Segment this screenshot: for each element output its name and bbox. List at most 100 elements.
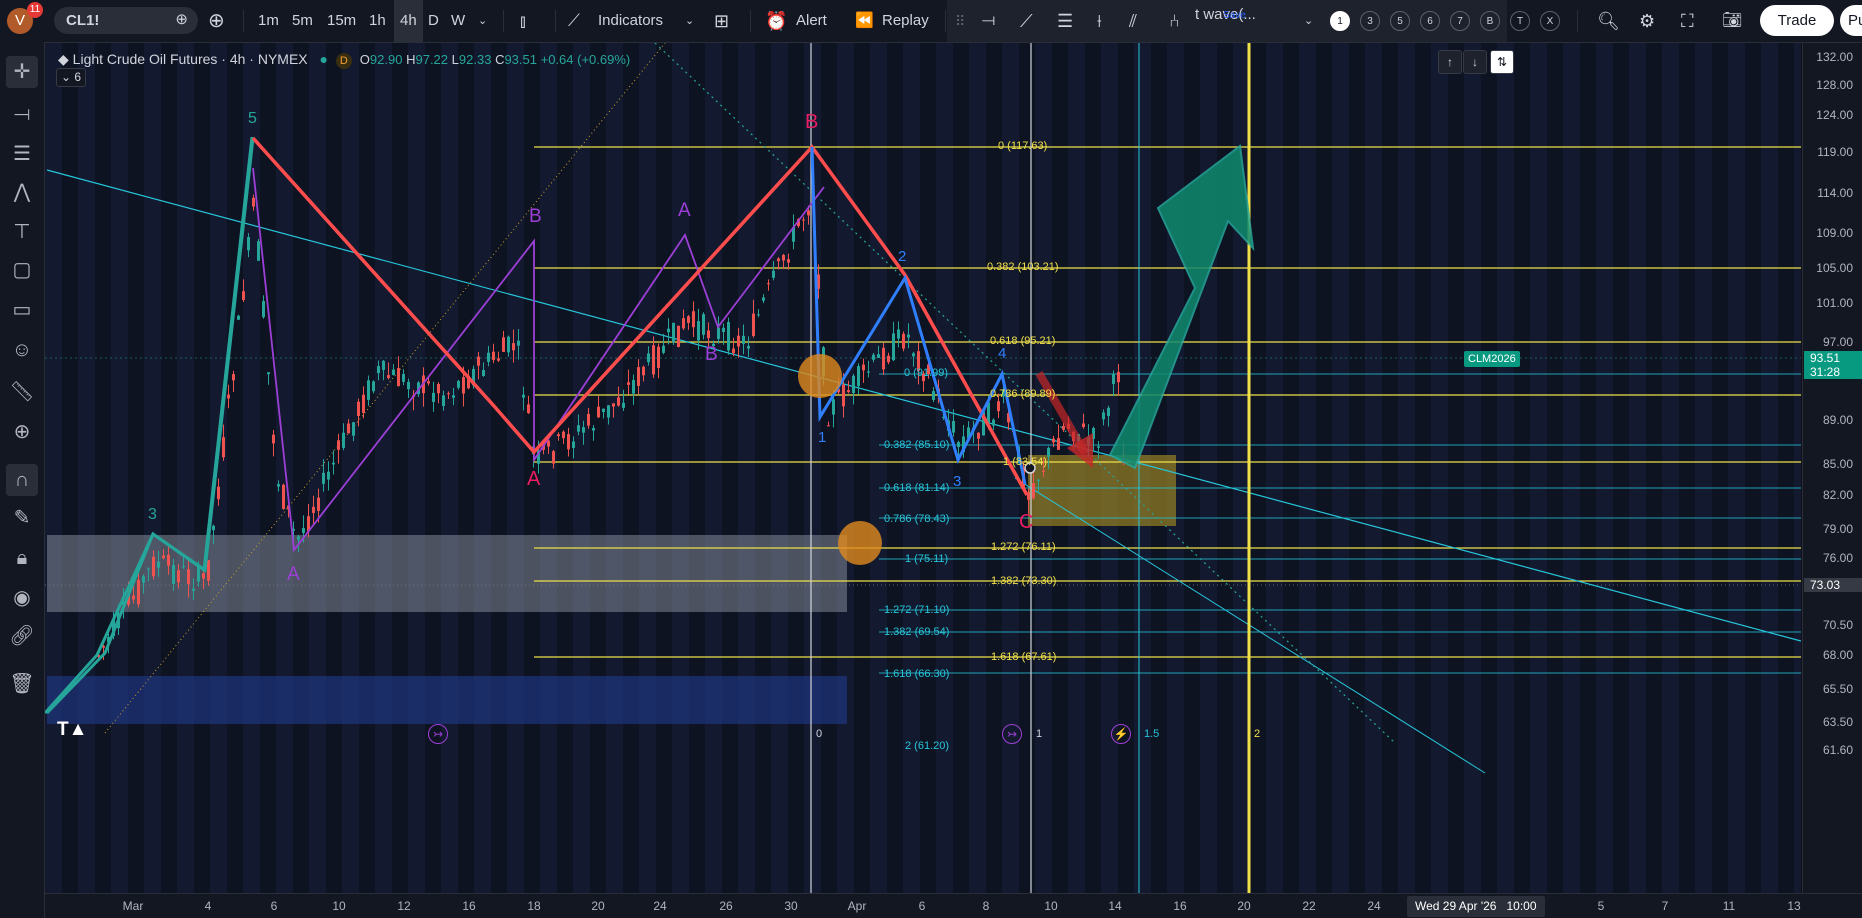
replay-icon[interactable]: ⏪	[855, 0, 874, 42]
left-drawing-toolbar: ✛ ⟞ ☰ ⋀ ⊤ ▢ ▭ ☺ 📏︎ ⊕ ∩ ✎ 🔒︎ ◉ 🔗︎ 🗑︎	[0, 42, 45, 918]
wave-degree-3[interactable]: 3	[1360, 11, 1380, 31]
time-axis[interactable]: Mar 4 6 10 12 16 18 20 24 26 30 Apr 6 8 …	[45, 893, 1862, 918]
interval-4h[interactable]: 4h	[394, 0, 423, 42]
interval-w[interactable]: W	[451, 0, 465, 42]
candle-body	[667, 328, 670, 333]
chevron-down-icon[interactable]: ⌄	[478, 0, 487, 42]
trend-line-icon[interactable]: ⟋	[1020, 0, 1033, 42]
wave-degree-7[interactable]: 7	[1450, 11, 1470, 31]
fullscreen-icon[interactable]: ⛶	[1681, 0, 1694, 42]
wave-degree-t[interactable]: T	[1510, 11, 1530, 31]
candles-icon[interactable]: ⫾	[520, 0, 526, 42]
session-stripe	[936, 43, 953, 893]
candle-body	[802, 219, 805, 221]
templates-icon[interactable]: ⊞	[714, 0, 729, 42]
candle-body	[332, 462, 335, 465]
event-icon[interactable]: ↣	[428, 724, 448, 744]
pitchfork-icon[interactable]: ⑃	[1169, 0, 1180, 42]
compare-icon[interactable]: ⊕	[175, 10, 188, 28]
wave-degree-1[interactable]: 1	[1330, 11, 1350, 31]
emoji-icon[interactable]: ☺	[6, 334, 38, 366]
candle-body	[892, 333, 895, 361]
candle-body	[477, 356, 480, 366]
symbol-search[interactable]: CL1! ⊕	[54, 7, 198, 34]
chevron-down-icon[interactable]: ⌄	[1304, 0, 1313, 42]
save-status[interactable]: Save	[1223, 10, 1246, 22]
candle-body	[442, 395, 445, 406]
chevron-down-icon[interactable]: ⌄	[685, 0, 694, 42]
scroll-down-icon[interactable]: ↓	[1463, 50, 1487, 74]
orange-marker-1	[798, 354, 842, 398]
publish-button[interactable]: Pu	[1840, 5, 1862, 36]
fib-label-cyan-0: 0 (91.99)	[904, 367, 949, 379]
session-stripe	[540, 43, 557, 893]
candle-body	[1042, 470, 1045, 473]
candle-body	[1052, 438, 1055, 443]
replay-button[interactable]: Replay	[882, 0, 929, 42]
candle-body	[297, 536, 300, 540]
wave-label-pink-a: A	[527, 468, 541, 490]
dividend-icon[interactable]: ⚡	[1111, 724, 1131, 744]
interval-5m[interactable]: 5m	[292, 0, 313, 42]
magnet-icon[interactable]: ∩	[6, 464, 38, 496]
trade-button[interactable]: Trade	[1760, 5, 1834, 36]
trash-icon[interactable]: 🗑︎	[6, 668, 38, 700]
candle-body	[772, 270, 775, 278]
wave-degree-b[interactable]: B	[1480, 11, 1500, 31]
candle-body	[172, 565, 175, 584]
target-zone-gold	[1028, 455, 1176, 526]
alert-icon[interactable]: ⏰	[765, 0, 787, 42]
add-symbol-icon[interactable]: ⊕	[208, 0, 225, 42]
stay-drawing-icon[interactable]: ✎	[6, 502, 38, 534]
ruler-icon[interactable]: 📏︎	[6, 376, 38, 408]
candle-body	[452, 395, 455, 398]
candle-body	[1107, 407, 1110, 417]
event-icon[interactable]: ↣	[1002, 724, 1022, 744]
indicators-icon[interactable]: ⟋	[568, 0, 580, 42]
candle-body	[577, 425, 580, 432]
eye-icon[interactable]: ◉	[6, 582, 38, 614]
wave-degree-5[interactable]: 5	[1390, 11, 1410, 31]
session-stripe	[837, 43, 854, 893]
interval-d[interactable]: D	[428, 0, 439, 42]
settings-icon[interactable]: ⚙︎	[1639, 0, 1655, 42]
wave-degree-6[interactable]: 6	[1420, 11, 1440, 31]
candle-body	[662, 345, 665, 353]
scroll-up-icon[interactable]: ↑	[1438, 50, 1462, 74]
horizontal-ray-icon[interactable]: ⟞	[982, 0, 995, 42]
drag-handle-icon[interactable]: ⠿	[955, 0, 965, 42]
candle-body	[567, 434, 570, 450]
geometric-shapes-icon[interactable]: ▢	[6, 254, 38, 286]
session-stripe	[243, 43, 260, 893]
indicators-button[interactable]: Indicators	[598, 0, 663, 42]
interval-15m[interactable]: 15m	[327, 0, 356, 42]
indicators-toggle[interactable]: ⌄ 6	[56, 68, 86, 87]
vertical-line-icon[interactable]: ⟊	[1097, 0, 1102, 42]
camera-icon[interactable]: 📷︎	[1722, 0, 1742, 42]
zoom-icon[interactable]: 🔍︎	[1597, 0, 1620, 42]
chart-canvas[interactable]	[45, 43, 1801, 893]
session-stripe	[144, 43, 161, 893]
tradingview-logo-icon[interactable]: T▲	[57, 719, 87, 741]
lock-icon[interactable]: 🔒︎	[6, 542, 38, 574]
toggle-panel-icon[interactable]: ⇅	[1490, 50, 1514, 74]
candle-body	[907, 334, 910, 338]
candle-body	[587, 413, 590, 426]
chart-pane[interactable]: 0 (117.63) 0.382 (103.21) 0.618 (95.21) …	[45, 43, 1801, 893]
wave-degree-x[interactable]: X	[1540, 11, 1560, 31]
parallel-channel-icon[interactable]: ⫽	[1129, 0, 1137, 42]
trend-line-icon[interactable]: ⟞	[6, 98, 38, 130]
price-axis[interactable]: 132.00 128.00 124.00 119.00 114.00 109.0…	[1802, 43, 1862, 893]
fib-retracement-icon[interactable]: ☰	[1057, 0, 1073, 42]
text-note-icon[interactable]: ▭	[6, 294, 38, 326]
crosshair-icon[interactable]: ✛	[6, 56, 38, 88]
fib-label-cyan-382: 0.382 (85.10)	[884, 439, 950, 451]
interval-1m[interactable]: 1m	[258, 0, 279, 42]
forecast-icon[interactable]: ⊤	[6, 216, 38, 248]
fib-icon[interactable]: ☰	[6, 138, 38, 170]
alert-button[interactable]: Alert	[796, 0, 827, 42]
patterns-icon[interactable]: ⋀	[6, 176, 38, 208]
link-icon[interactable]: 🔗︎	[6, 620, 38, 652]
interval-1h[interactable]: 1h	[369, 0, 386, 42]
zoom-in-icon[interactable]: ⊕	[6, 416, 38, 448]
